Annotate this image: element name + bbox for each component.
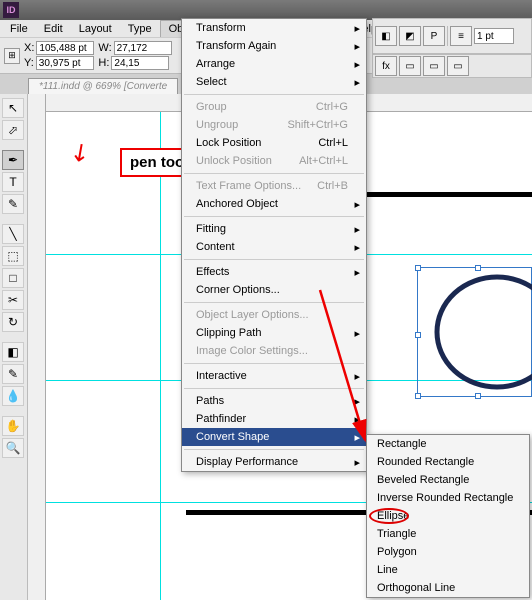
submenu-item-polygon[interactable]: Polygon xyxy=(367,543,529,561)
w-input[interactable] xyxy=(114,41,172,55)
h-input[interactable] xyxy=(111,56,169,70)
menu-item-paths[interactable]: Paths▸ xyxy=(182,392,366,410)
x-input[interactable] xyxy=(36,41,94,55)
w-label: W: xyxy=(98,42,111,54)
convert-shape-submenu: RectangleRounded RectangleBeveled Rectan… xyxy=(366,434,530,598)
stroke-weight-icon: ≡ xyxy=(450,26,472,46)
menu-item-content[interactable]: Content▸ xyxy=(182,238,366,256)
menu-edit[interactable]: Edit xyxy=(36,21,71,37)
x-label: X: xyxy=(24,42,34,54)
menu-item-convert-shape[interactable]: Convert Shape▸ xyxy=(182,428,366,446)
rect-tool[interactable]: □ xyxy=(2,268,24,288)
wrap-icon[interactable]: ▭ xyxy=(399,56,421,76)
annotation-arrow-icon: ↙ xyxy=(64,135,97,170)
menu-item-lock-position[interactable]: Lock PositionCtrl+L xyxy=(182,134,366,152)
submenu-item-inverse-rounded-rectangle[interactable]: Inverse Rounded Rectangle xyxy=(367,489,529,507)
submenu-item-orthogonal-line[interactable]: Orthogonal Line xyxy=(367,579,529,597)
wrap2-icon[interactable]: ▭ xyxy=(423,56,445,76)
submenu-item-rectangle[interactable]: Rectangle xyxy=(367,435,529,453)
menu-layout[interactable]: Layout xyxy=(71,21,120,37)
note-tool[interactable]: ✎ xyxy=(2,364,24,384)
arrow-tool[interactable]: ↖ xyxy=(2,98,24,118)
document-tab[interactable]: *111.indd @ 669% [Converte xyxy=(28,78,178,94)
menu-item-select[interactable]: Select▸ xyxy=(182,73,366,91)
menu-item-ungroup: UngroupShift+Ctrl+G xyxy=(182,116,366,134)
menu-item-unlock-position: Unlock PositionAlt+Ctrl+L xyxy=(182,152,366,170)
menu-item-interactive[interactable]: Interactive▸ xyxy=(182,367,366,385)
rect-frame-tool[interactable]: ⬚ xyxy=(2,246,24,266)
object-menu-dropdown: Transform▸Transform Again▸Arrange▸Select… xyxy=(181,18,367,472)
ellipse-object[interactable] xyxy=(422,272,532,392)
scissors-tool[interactable]: ✂ xyxy=(2,290,24,310)
wrap3-icon[interactable]: ▭ xyxy=(447,56,469,76)
rotate-tool[interactable]: ↻ xyxy=(2,312,24,332)
reference-point-icon[interactable]: ⊞ xyxy=(4,48,20,64)
line-tool[interactable]: ╲ xyxy=(2,224,24,244)
menu-item-text-frame-options-: Text Frame Options...Ctrl+B xyxy=(182,177,366,195)
menu-item-transform-again[interactable]: Transform Again▸ xyxy=(182,37,366,55)
submenu-item-ellipse[interactable]: Ellipse xyxy=(367,507,529,525)
menu-item-corner-options-[interactable]: Corner Options... xyxy=(182,281,366,299)
submenu-item-line[interactable]: Line xyxy=(367,561,529,579)
app-icon: ID xyxy=(3,2,19,18)
menu-item-clipping-path[interactable]: Clipping Path▸ xyxy=(182,324,366,342)
fx-icon[interactable]: fx xyxy=(375,56,397,76)
menu-item-pathfinder[interactable]: Pathfinder▸ xyxy=(182,410,366,428)
zoom-tool[interactable]: 🔍 xyxy=(2,438,24,458)
y-label: Y: xyxy=(24,57,34,69)
menu-item-fitting[interactable]: Fitting▸ xyxy=(182,220,366,238)
submenu-item-rounded-rectangle[interactable]: Rounded Rectangle xyxy=(367,453,529,471)
h-label: H: xyxy=(98,57,109,69)
menu-item-display-performance[interactable]: Display Performance▸ xyxy=(182,453,366,471)
menu-file[interactable]: File xyxy=(2,21,36,37)
menu-item-image-color-settings-: Image Color Settings... xyxy=(182,342,366,360)
pencil-tool[interactable]: ✎ xyxy=(2,194,24,214)
stroke-weight-input[interactable] xyxy=(474,28,514,44)
fill-swatch-icon[interactable]: ◧ xyxy=(375,26,397,46)
menu-item-arrange[interactable]: Arrange▸ xyxy=(182,55,366,73)
paragraph-style-icon[interactable]: P xyxy=(423,26,445,46)
y-input[interactable] xyxy=(36,56,94,70)
hand-tool[interactable]: ✋ xyxy=(2,416,24,436)
toolbox: ↖⬀✒T✎╲⬚□✂↻◧✎💧✋🔍 xyxy=(0,94,28,600)
direct-tool[interactable]: ⬀ xyxy=(2,120,24,140)
pen-tool[interactable]: ✒ xyxy=(2,150,24,170)
right-panel-stroke: ◧ ◩ P ≡ xyxy=(372,18,532,54)
menu-item-effects[interactable]: Effects▸ xyxy=(182,263,366,281)
submenu-item-triangle[interactable]: Triangle xyxy=(367,525,529,543)
eyedrop-tool[interactable]: 💧 xyxy=(2,386,24,406)
menu-item-anchored-object[interactable]: Anchored Object▸ xyxy=(182,195,366,213)
menu-item-group: GroupCtrl+G xyxy=(182,98,366,116)
menu-item-transform[interactable]: Transform▸ xyxy=(182,19,366,37)
gradient-tool[interactable]: ◧ xyxy=(2,342,24,362)
ruler-vertical[interactable] xyxy=(28,94,46,600)
stroke-swatch-icon[interactable]: ◩ xyxy=(399,26,421,46)
submenu-item-beveled-rectangle[interactable]: Beveled Rectangle xyxy=(367,471,529,489)
menu-item-object-layer-options-: Object Layer Options... xyxy=(182,306,366,324)
menu-type[interactable]: Type xyxy=(120,21,160,37)
type-tool[interactable]: T xyxy=(2,172,24,192)
right-panel-effects: fx ▭ ▭ ▭ xyxy=(372,54,532,78)
